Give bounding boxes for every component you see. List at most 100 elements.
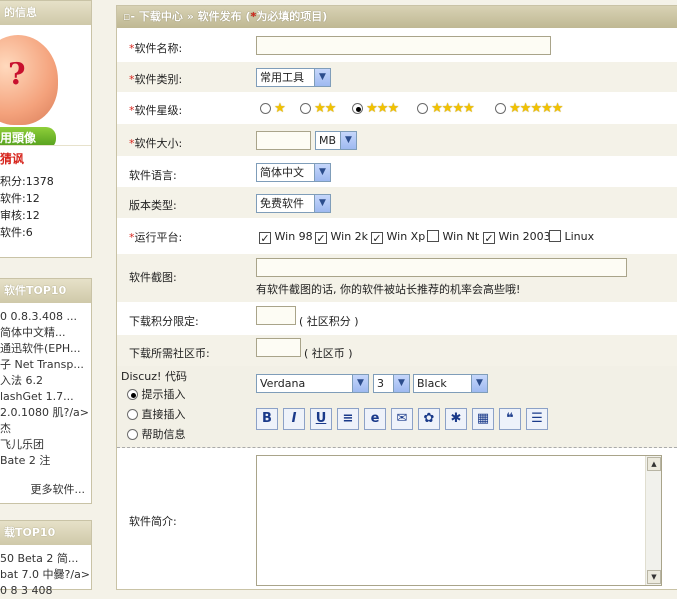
link-icon[interactable]: e <box>364 408 386 430</box>
platform-option[interactable]: Win Nt <box>427 230 479 243</box>
scrollbar[interactable]: ▲ ▼ <box>645 456 661 585</box>
rating-option-2[interactable]: ★★ <box>300 101 336 116</box>
size-input[interactable] <box>256 131 311 150</box>
intro-textarea[interactable]: ▲ ▼ <box>256 455 662 586</box>
screenshot-input[interactable] <box>256 258 627 277</box>
list-item[interactable]: bat 7.0 中爨?/a> <box>0 567 91 583</box>
font-value: Verdana <box>260 377 306 390</box>
platform-checkbox[interactable] <box>427 230 439 242</box>
list-item[interactable]: 2.0.1080 肌?/a> <box>0 405 91 421</box>
list-icon[interactable]: ☰ <box>526 408 548 430</box>
platform-label: Win 2k <box>327 230 369 243</box>
flash-icon[interactable]: ✱ <box>445 408 467 430</box>
list-item[interactable]: lashGet 1.7... <box>0 389 91 405</box>
coins-input[interactable] <box>256 338 301 357</box>
platform-option[interactable]: ✓ Win 2k <box>315 230 368 244</box>
user-info-title: 的信息 <box>0 1 91 25</box>
points-input[interactable] <box>256 306 296 325</box>
rating-radio[interactable] <box>417 103 428 114</box>
star-icon: ★★★★ <box>428 101 475 116</box>
rating-radio[interactable] <box>495 103 506 114</box>
scroll-down-icon[interactable]: ▼ <box>647 570 661 584</box>
user-stat: 积分:1378 <box>0 175 54 188</box>
more-software-link[interactable]: 更多软件... <box>31 481 86 497</box>
italic-icon[interactable]: I <box>283 408 305 430</box>
quote-icon[interactable]: ❝ <box>499 408 521 430</box>
breadcrumb-bullet-icon: ▫- <box>123 10 136 23</box>
size-select[interactable]: 3 ▼ <box>373 374 410 393</box>
version-select[interactable]: 免费软件 ▼ <box>256 194 331 213</box>
list-item[interactable]: 0 8 3 408 <box>0 583 91 599</box>
mode-radio[interactable] <box>127 409 138 420</box>
top10-list: 0 0.8.3.408 ... 简体中文精... 通迅软件(EPH... 子 Net … <box>0 303 91 469</box>
color-select[interactable]: Black ▼ <box>413 374 488 393</box>
platform-option[interactable]: ✓ Win 98 <box>259 230 313 244</box>
row-category: *软件类别: 常用工具 ▼ <box>117 62 677 92</box>
username[interactable]: 猜讽 <box>0 145 91 173</box>
platform-option[interactable]: Linux <box>549 230 594 243</box>
scroll-up-icon[interactable]: ▲ <box>647 457 661 471</box>
rating-radio[interactable] <box>260 103 271 114</box>
list-item[interactable]: 杰 <box>0 421 91 437</box>
question-mark-icon: ? <box>8 57 26 92</box>
image-icon[interactable]: ✿ <box>418 408 440 430</box>
screenshot-label: 软件截图: <box>129 271 177 284</box>
list-item[interactable]: 通迅软件(EPH... <box>0 341 91 357</box>
mode-radio[interactable] <box>127 389 138 400</box>
underline-icon[interactable]: U <box>310 408 332 430</box>
rating-options: ★ ★★ ★★★ ★★★★ ★★★★★ <box>260 101 677 117</box>
language-label: 软件语言: <box>129 169 177 182</box>
size-unit-select[interactable]: MB ▼ <box>315 131 357 150</box>
rating-radio[interactable] <box>300 103 311 114</box>
publish-form-panel: ▫- 下载中心 » 软件发布 (*为必填的项目) *软件名称: *软件类别: 常… <box>116 5 677 590</box>
download-top10-title: 载TOP10 <box>0 521 91 545</box>
points-hint: ( 社区积分 ) <box>299 315 359 328</box>
bold-icon[interactable]: B <box>256 408 278 430</box>
row-language: 软件语言: 简体中文 ▼ <box>117 156 677 187</box>
editor-mode-option[interactable]: 直接插入 <box>127 405 237 425</box>
code-icon[interactable]: ▦ <box>472 408 494 430</box>
row-editor: Discuz! 代码 提示插入 直接插入 帮助信息 Verdana ▼ 3 ▼ Bl… <box>117 366 677 448</box>
rating-option-3[interactable]: ★★★ <box>352 101 399 116</box>
rating-option-5[interactable]: ★★★★★ <box>495 101 563 116</box>
platform-checkbox[interactable]: ✓ <box>259 232 271 244</box>
mode-label: 直接插入 <box>138 408 186 421</box>
mode-label: 提示插入 <box>138 388 186 401</box>
mode-radio[interactable] <box>127 429 138 440</box>
breadcrumb-separator: » <box>186 10 194 23</box>
platform-option[interactable]: ✓ Win Xp <box>371 230 425 244</box>
rating-radio[interactable] <box>352 103 363 114</box>
platform-label: Linux <box>561 230 595 243</box>
align-icon[interactable]: ≡ <box>337 408 359 430</box>
row-name: *软件名称: <box>117 32 677 62</box>
platform-checkbox[interactable]: ✓ <box>483 232 495 244</box>
rating-option-4[interactable]: ★★★★ <box>417 101 475 116</box>
rating-option-1[interactable]: ★ <box>260 101 286 116</box>
platform-checkbox[interactable]: ✓ <box>315 232 327 244</box>
list-item[interactable]: 50 Beta 2 简... <box>0 551 91 567</box>
category-select[interactable]: 常用工具 ▼ <box>256 68 331 87</box>
editor-mode-option[interactable]: 提示插入 <box>127 385 237 405</box>
font-select[interactable]: Verdana ▼ <box>256 374 369 393</box>
software-name-input[interactable] <box>256 36 551 55</box>
list-item[interactable]: 简体中文精... <box>0 325 91 341</box>
list-item[interactable]: Bate 2 注 <box>0 453 91 469</box>
platform-option[interactable]: ✓ Win 2003 <box>483 230 551 244</box>
breadcrumb-section[interactable]: 下载中心 <box>139 10 183 23</box>
list-item[interactable]: 0 0.8.3.408 ... <box>0 309 91 325</box>
email-icon[interactable]: ✉ <box>391 408 413 430</box>
download-top10-list: 50 Beta 2 简... bat 7.0 中爨?/a> 0 8 3 408 <box>0 545 91 599</box>
list-item[interactable]: 入法 6.2 <box>0 373 91 389</box>
editor-toolbar: B I U ≡ e ✉ ✿ ✱ ▦ ❝ ☰ <box>256 408 556 432</box>
list-item[interactable]: 飞儿乐团 <box>0 437 91 453</box>
platform-label: Win 98 <box>271 230 313 243</box>
platform-checkbox[interactable] <box>549 230 561 242</box>
avatar: ? 用頭像 <box>0 25 91 145</box>
platform-checkbox[interactable]: ✓ <box>371 232 383 244</box>
language-select[interactable]: 简体中文 ▼ <box>256 163 331 182</box>
editor-mode-option[interactable]: 帮助信息 <box>127 425 237 445</box>
version-label: 版本类型: <box>129 199 177 212</box>
list-item[interactable]: 子 Net Transp... <box>0 357 91 373</box>
coins-label: 下载所需社区币: <box>129 347 210 360</box>
language-value: 简体中文 <box>260 166 304 179</box>
